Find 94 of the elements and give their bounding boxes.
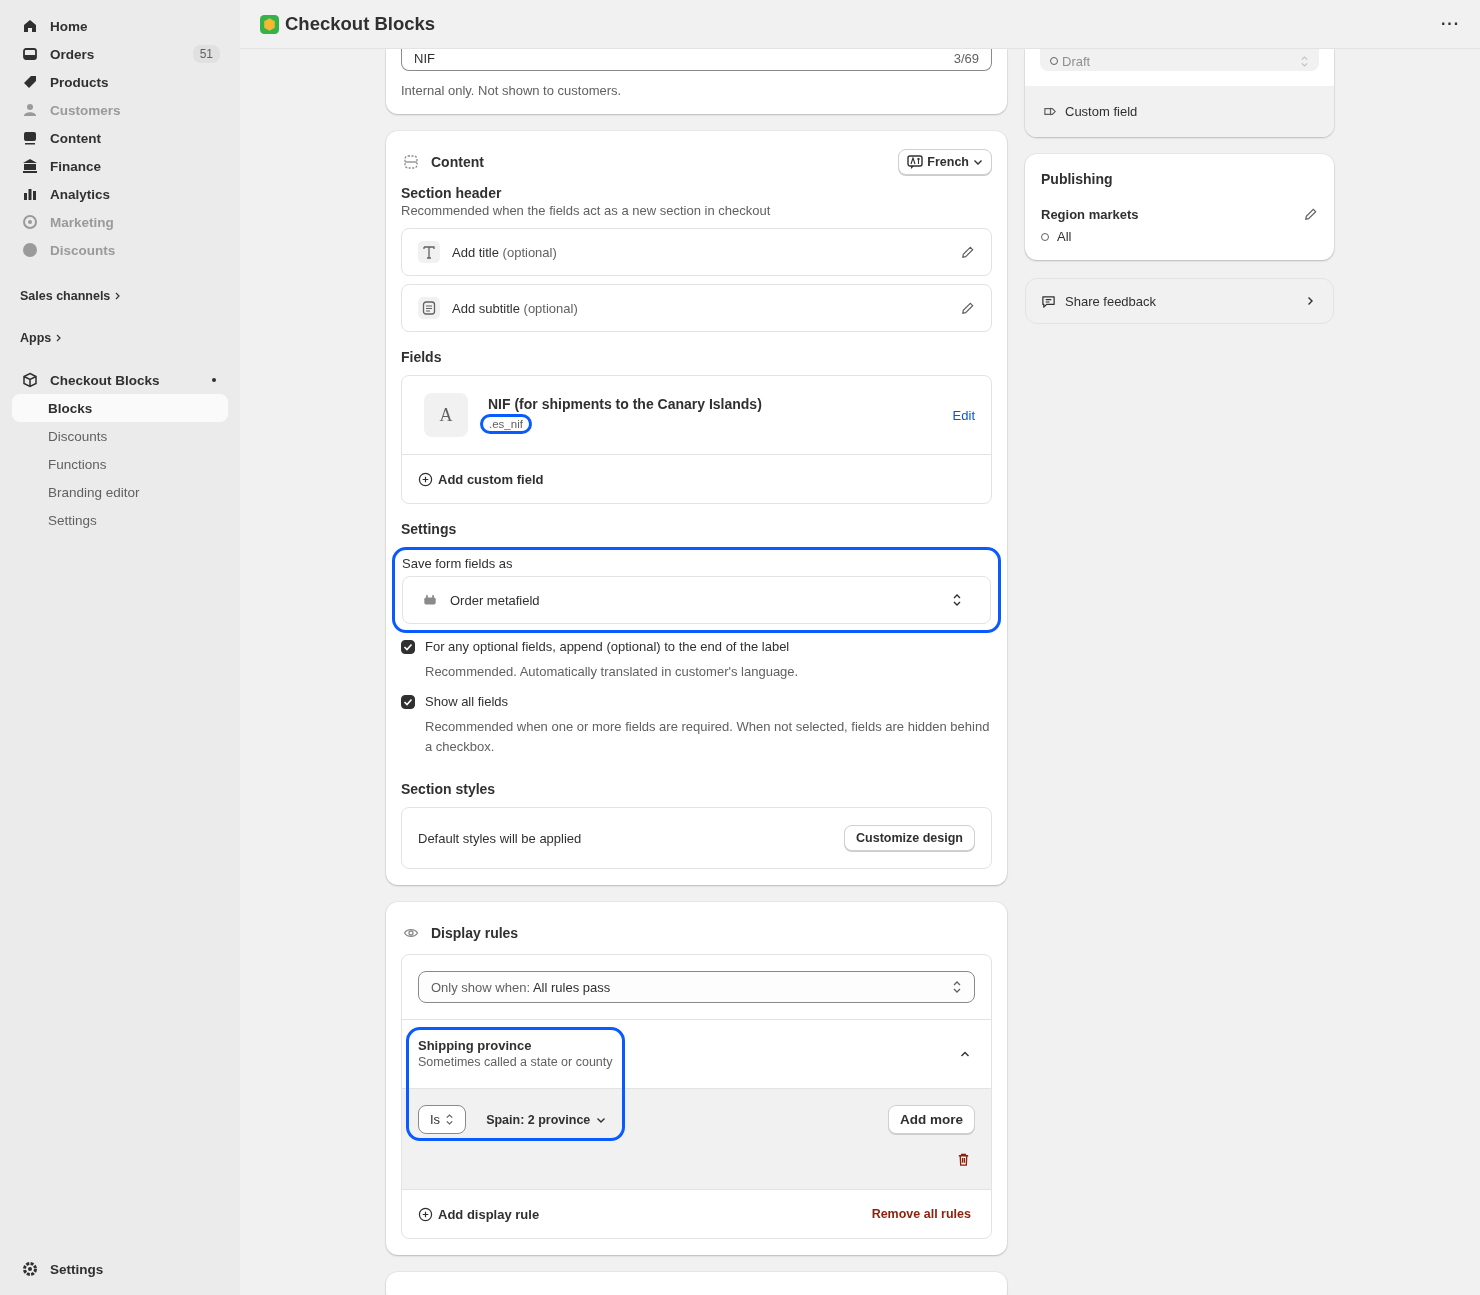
language-button[interactable]: French: [898, 149, 992, 175]
row-label: Add subtitle (optional): [452, 300, 579, 316]
app-logo-icon: [260, 14, 279, 34]
nav-item[interactable]: Content: [12, 124, 228, 152]
field-name: NIF (for shipments to the Canary Islands): [488, 396, 762, 412]
section-heading: Fields: [401, 349, 443, 365]
character-counter: 3/69: [953, 51, 979, 66]
updown-icon: [445, 1113, 455, 1126]
block-type: Custom field: [1065, 104, 1138, 119]
condition-select[interactable]: Only show when: All rules pass: [418, 971, 975, 1003]
field-label: Region markets: [1041, 207, 1139, 222]
chevron-down-icon: [973, 157, 983, 167]
nav-icon: [22, 74, 38, 90]
market-value: All: [1057, 229, 1072, 244]
check-icon: [402, 641, 414, 653]
check-icon: [402, 696, 414, 708]
nav-item[interactable]: Home: [12, 12, 228, 40]
subnav-item[interactable]: Branding editor: [12, 478, 228, 506]
box-icon: [22, 372, 38, 388]
row-label: Add title (optional): [452, 244, 558, 260]
card-title: Display rules: [431, 925, 520, 941]
rule-title: Shipping province: [418, 1037, 533, 1053]
share-feedback-button[interactable]: Share feedback: [1025, 278, 1334, 324]
updown-icon: [952, 980, 962, 994]
paragraph-icon: [418, 297, 440, 319]
checkbox-label: For any optional fields, append (optional) to the end of the label: [425, 639, 790, 654]
section-heading: Section header: [401, 185, 503, 201]
edit-icon[interactable]: [1303, 207, 1318, 222]
nav-icon: [22, 242, 38, 258]
edit-icon[interactable]: [960, 244, 975, 260]
more-actions-button[interactable]: ···: [1441, 15, 1460, 33]
nav-icon: [22, 214, 38, 230]
header-row[interactable]: Add title (optional): [401, 228, 992, 276]
nav-item[interactable]: Orders 51: [12, 40, 228, 68]
styles-text: Default styles will be applied: [418, 830, 582, 846]
plus-circle-icon: [418, 471, 433, 487]
nav-icon: [22, 158, 38, 174]
updown-icon: [952, 593, 962, 607]
section-heading: Settings: [401, 521, 458, 537]
calendar-icon: [423, 593, 437, 607]
subnav-item[interactable]: Blocks: [12, 394, 228, 422]
chat-icon: [1041, 293, 1056, 309]
section-icon: [403, 154, 419, 170]
section-heading: Section styles: [401, 781, 497, 797]
plus-circle-icon: [418, 1206, 433, 1222]
app-nav-item[interactable]: Checkout Blocks: [12, 366, 228, 394]
subnav-item[interactable]: Functions: [12, 450, 228, 478]
settings-icon: [22, 1261, 38, 1277]
checkbox-label: Show all fields: [425, 694, 509, 709]
edit-link[interactable]: Edit: [952, 407, 975, 423]
help-text: Internal only. Not shown to customers.: [401, 83, 623, 98]
operator-select[interactable]: Is: [418, 1105, 467, 1134]
checkbox[interactable]: [401, 640, 415, 654]
nav-icon: [22, 186, 38, 202]
apps-link[interactable]: Apps: [12, 328, 228, 348]
add-display-rule-button[interactable]: Add display rule: [418, 1206, 540, 1222]
translate-icon: [907, 154, 924, 170]
nav-icon: [22, 46, 38, 62]
subnav-item[interactable]: Settings: [12, 506, 228, 534]
count-badge: 51: [192, 45, 220, 63]
nav-icon: [22, 130, 38, 146]
checkbox[interactable]: [401, 695, 415, 709]
help-text: Recommended. Automatically translated in customer's language.: [425, 663, 800, 681]
save-as-select[interactable]: Order metafield: [402, 576, 991, 624]
field-label: Save form fields as: [402, 556, 514, 571]
customize-design-button[interactable]: Customize design: [844, 825, 975, 851]
nav-item[interactable]: Finance: [12, 152, 228, 180]
add-more-button[interactable]: Add more: [888, 1105, 975, 1134]
help-text: Recommended when one or more fields are required. When not selected, fields are hidden behind a checkbox.: [425, 718, 991, 756]
delete-icon[interactable]: [956, 1152, 971, 1167]
section-description: Recommended when the fields act as a new section in checkout: [401, 203, 772, 218]
dot-icon: [212, 378, 216, 382]
settings-nav-item[interactable]: Settings: [12, 1255, 228, 1283]
header-row[interactable]: Add subtitle (optional): [401, 284, 992, 332]
remove-all-rules-link[interactable]: Remove all rules: [871, 1207, 971, 1221]
nav-icon: [22, 102, 38, 118]
add-custom-field-button[interactable]: Add custom field: [418, 471, 544, 487]
nav-icon: [22, 18, 38, 34]
page-title: Checkout Blocks: [285, 13, 437, 35]
field-avatar: A: [424, 393, 468, 437]
card-title: Publishing: [1041, 171, 1114, 187]
name-field[interactable]: NIF 3/69: [401, 49, 992, 71]
updown-icon: [1300, 54, 1309, 68]
chevron-right-icon: [1305, 296, 1315, 306]
text-icon: [418, 241, 440, 263]
subnav-item[interactable]: Discounts: [12, 422, 228, 450]
nav-item[interactable]: Products: [12, 68, 228, 96]
field-key: .es_nif: [480, 414, 532, 434]
edit-icon[interactable]: [960, 300, 975, 316]
rule-description: Sometimes called a state or county: [418, 1054, 613, 1069]
sales-channels-link[interactable]: Sales channels: [12, 286, 228, 306]
card-title: Content: [431, 154, 485, 170]
nav-item[interactable]: Analytics: [12, 180, 228, 208]
value-dropdown[interactable]: Spain: 2 province: [486, 1112, 607, 1127]
